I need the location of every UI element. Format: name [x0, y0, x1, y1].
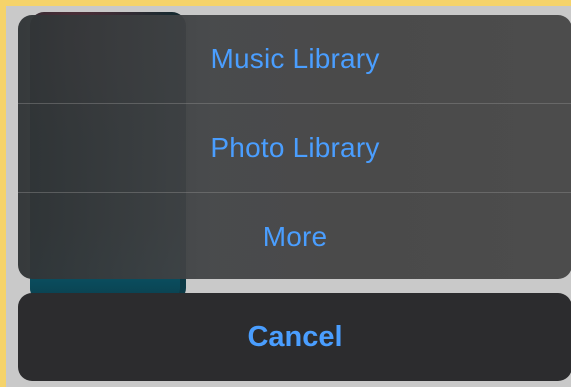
- cancel-label: Cancel: [247, 320, 343, 353]
- more-button[interactable]: More: [18, 192, 571, 279]
- more-label: More: [262, 221, 328, 252]
- music-library-label: Music Library: [210, 43, 380, 74]
- music-library-button[interactable]: Music Library: [18, 15, 571, 103]
- cancel-button[interactable]: Cancel: [18, 293, 571, 381]
- photo-library-label: Photo Library: [210, 132, 380, 163]
- photo-library-button[interactable]: Photo Library: [18, 103, 571, 192]
- screen: Music Library Photo Library More Cancel: [6, 6, 571, 387]
- action-sheet: Music Library Photo Library More: [18, 15, 571, 279]
